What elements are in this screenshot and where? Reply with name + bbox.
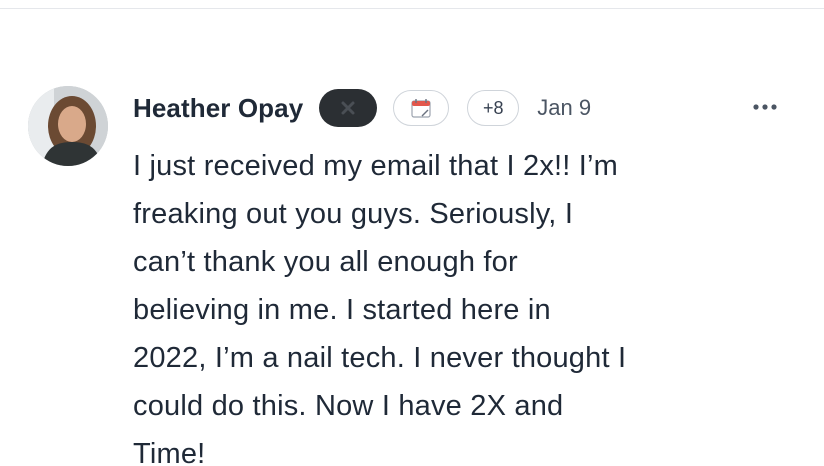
post-body-line: can’t thank you all enough for [133,246,518,278]
more-horizontal-icon [753,104,777,110]
x-icon [341,101,355,115]
avatar-image [28,86,108,166]
reaction-count[interactable]: +8 [467,90,520,126]
post-body-line: 2022, I’m a nail tech. I never thought I [133,342,627,374]
top-divider [0,8,824,9]
avatar[interactable] [28,86,108,166]
page: Heather Opay +8 Jan 9 I just received my… [0,0,824,466]
level-badge[interactable] [319,89,378,127]
post-body-line: Time! [133,438,206,466]
author-name[interactable]: Heather Opay [133,93,303,124]
post-date[interactable]: Jan 9 [537,95,591,121]
post-body: I just received my email that I 2x!! I’m… [133,142,733,466]
post-body-line: believing in me. I started here in [133,294,551,326]
post-body-line: could do this. Now I have 2X and [133,390,564,422]
post-body-line: I just received my email that I 2x!! I’m [133,150,619,182]
more-options-button[interactable] [750,92,780,122]
calendar-badge[interactable] [393,90,450,126]
post-header: Heather Opay +8 Jan 9 [133,89,591,127]
calendar-icon [411,99,431,118]
post-body-line: freaking out you guys. Seriously, I [133,198,574,230]
